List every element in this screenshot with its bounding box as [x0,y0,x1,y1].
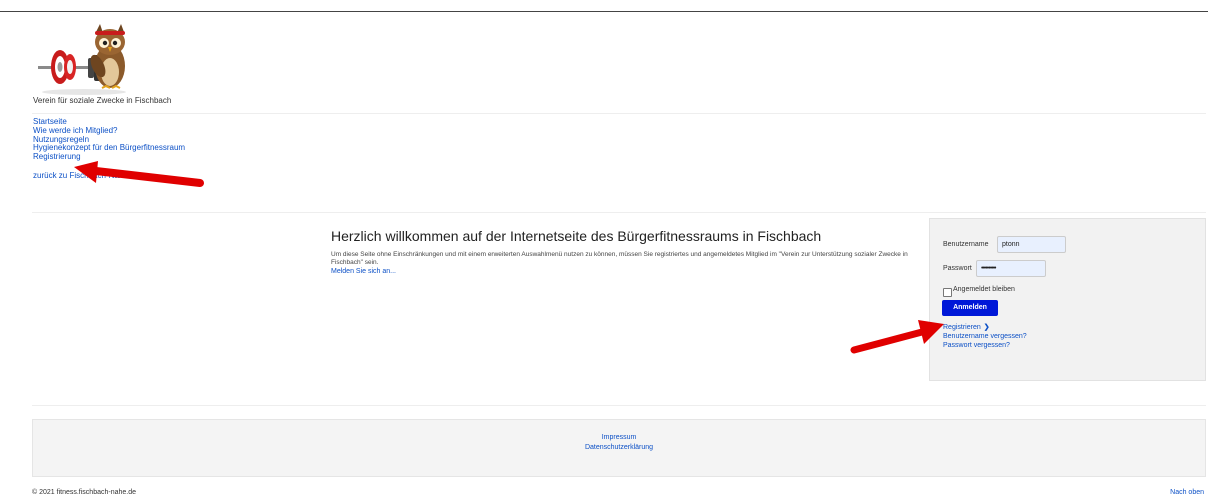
datenschutz-link[interactable]: Datenschutzerklärung [33,443,1205,453]
page-title: Herzlich willkommen auf der Internetseit… [331,228,822,244]
username-label: Benutzername [943,241,989,248]
copyright-text: © 2021 fitness.fischbach-nahe.de [32,489,137,496]
login-panel: Benutzername ptonn Passwort •••••••••• A… [929,218,1206,381]
remember-me-checkbox[interactable] [943,288,952,297]
register-link[interactable]: Registrieren [943,324,981,331]
chevron-right-icon[interactable]: ❯ [984,324,990,331]
welcome-text: Um diese Seite ohne Einschränkungen und … [331,251,908,267]
login-button[interactable]: Anmelden [942,300,998,316]
password-label: Passwort [943,265,972,272]
remember-me-label: Angemeldet bleiben [953,286,1015,293]
forgot-username-link[interactable]: Benutzername vergessen? [943,332,1027,341]
login-links: Registrieren ❯ Benutzername vergessen? Pa… [943,323,1027,350]
welcome-section: Herzlich willkommen auf der Internetseit… [331,228,911,276]
back-to-top-link[interactable]: Nach oben [1170,489,1204,496]
login-prompt-link[interactable]: Melden Sie sich an... [331,267,911,276]
site-name: Verein für soziale Zwecke in Fischbach [33,96,172,105]
owl-barbell-logo [38,24,126,95]
footer-box: Impressum Datenschutzerklärung [32,419,1206,477]
footer-links: Impressum Datenschutzerklärung [33,433,1205,452]
forgot-password-link[interactable]: Passwort vergessen? [943,341,1027,350]
red-annotation-arrow [74,161,204,187]
username-field[interactable]: ptonn [997,236,1066,253]
top-border-line [0,11,1208,12]
divider [32,113,1206,114]
divider [32,212,1206,213]
password-field[interactable]: •••••••••• [976,260,1046,277]
divider [32,405,1206,406]
red-annotation-arrow [850,320,944,354]
impressum-link[interactable]: Impressum [33,433,1205,443]
